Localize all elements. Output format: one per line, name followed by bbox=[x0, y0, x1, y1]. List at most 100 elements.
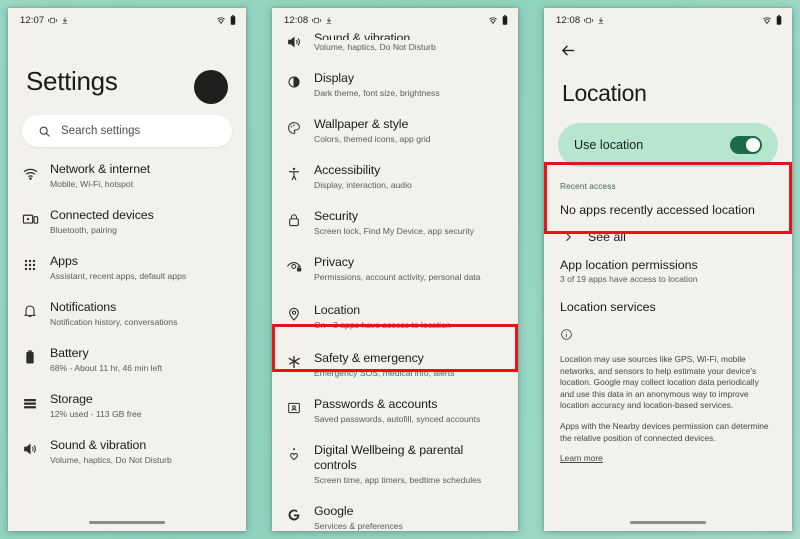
status-bar-left: 12:08 bbox=[556, 15, 605, 26]
settings-item-connected-devices[interactable]: Connected devices Bluetooth, pairing bbox=[8, 199, 246, 245]
vibrate-icon bbox=[48, 16, 57, 25]
phone-screen-location: 12:08 Location Use location Recent acces… bbox=[544, 8, 792, 531]
search-input[interactable]: Search settings bbox=[22, 115, 232, 147]
settings-item-subtitle: Display, interaction, audio bbox=[314, 180, 412, 190]
settings-item-title: Battery bbox=[50, 346, 89, 360]
settings-item-subtitle: 12% used - 113 GB free bbox=[50, 409, 142, 419]
passwords-icon bbox=[286, 397, 314, 416]
see-all-label: See all bbox=[588, 230, 626, 244]
settings-item-title: Safety & emergency bbox=[314, 351, 424, 365]
screenshot-stage: 12:07 Settings Search settings Network &… bbox=[0, 0, 800, 539]
connected-devices-icon bbox=[22, 208, 50, 228]
battery-icon bbox=[230, 15, 236, 25]
app-location-permissions-row[interactable]: App location permissions 3 of 19 apps ha… bbox=[544, 244, 792, 284]
location-screen: Location Use location Recent access No a… bbox=[544, 32, 792, 531]
app-location-permissions-title: App location permissions bbox=[560, 258, 698, 272]
settings-item-title: Security bbox=[314, 209, 358, 223]
apps-grid-icon bbox=[22, 254, 50, 273]
settings-item-privacy[interactable]: Privacy Permissions, account activity, p… bbox=[272, 246, 518, 292]
bell-icon bbox=[22, 300, 50, 319]
wifi-icon bbox=[762, 16, 772, 25]
settings-item-wallpaper-style[interactable]: Wallpaper & style Colors, themed icons, … bbox=[272, 108, 518, 154]
settings-item-subtitle: 68% - About 11 hr, 46 min left bbox=[50, 363, 163, 373]
settings-item-subtitle: On - 3 apps have access to location bbox=[314, 320, 451, 330]
settings-item-title: Digital Wellbeing & parental controls bbox=[314, 443, 464, 472]
settings-item-title: Passwords & accounts bbox=[314, 397, 438, 411]
settings-item-title: Storage bbox=[50, 392, 93, 406]
wellbeing-icon bbox=[286, 443, 314, 462]
settings-item-notifications[interactable]: Notifications Notification history, conv… bbox=[8, 291, 246, 337]
search-icon bbox=[38, 125, 51, 138]
settings-item-network-internet[interactable]: Network & internet Mobile, Wi-Fi, hotspo… bbox=[8, 153, 246, 199]
use-location-switch[interactable] bbox=[730, 136, 762, 154]
location-pin-icon bbox=[286, 303, 314, 322]
settings-item-title: Wallpaper & style bbox=[314, 117, 409, 131]
learn-more-link[interactable]: Learn more bbox=[544, 444, 603, 463]
settings-item-sound-vibration[interactable]: Sound & vibration Volume, haptics, Do No… bbox=[272, 32, 518, 62]
see-all-row[interactable]: See all bbox=[544, 217, 792, 244]
battery-icon bbox=[502, 15, 508, 25]
settings-item-accessibility[interactable]: Accessibility Display, interaction, audi… bbox=[272, 154, 518, 200]
settings-item-battery[interactable]: Battery 68% - About 11 hr, 46 min left bbox=[8, 337, 246, 383]
settings-item-title: Google bbox=[314, 504, 354, 518]
chevron-right-icon bbox=[562, 231, 574, 243]
status-bar: 12:08 bbox=[272, 8, 518, 32]
settings-item-subtitle: Colors, themed icons, app grid bbox=[314, 134, 431, 144]
switch-knob bbox=[746, 138, 760, 152]
accessibility-icon bbox=[286, 163, 314, 182]
settings-item-safety-emergency[interactable]: Safety & emergency Emergency SOS, medica… bbox=[272, 342, 518, 388]
palette-icon bbox=[286, 117, 314, 136]
back-button[interactable] bbox=[544, 32, 792, 64]
storage-icon bbox=[22, 392, 50, 411]
volume-icon bbox=[22, 438, 50, 457]
phone-screen-settings-home: 12:07 Settings Search settings Network &… bbox=[8, 8, 246, 531]
settings-item-subtitle: Permissions, account activity, personal … bbox=[314, 272, 481, 282]
settings-item-apps[interactable]: Apps Assistant, recent apps, default app… bbox=[8, 245, 246, 291]
phone-screen-settings-scrolled: 12:08 Sound & vibration Volume, haptics,… bbox=[272, 8, 518, 531]
wifi-icon bbox=[22, 162, 50, 182]
settings-item-title: Privacy bbox=[314, 255, 354, 269]
info-icon bbox=[544, 314, 792, 346]
settings-item-subtitle: Dark theme, font size, brightness bbox=[314, 88, 440, 98]
settings-item-title: Notifications bbox=[50, 300, 117, 314]
avatar[interactable] bbox=[194, 70, 228, 104]
download-icon bbox=[597, 16, 605, 25]
settings-item-location[interactable]: Location On - 3 apps have access to loca… bbox=[272, 292, 518, 342]
settings-item-google[interactable]: Google Services & preferences bbox=[272, 495, 518, 531]
settings-item-subtitle: Screen time, app timers, bedtime schedul… bbox=[314, 475, 482, 485]
battery-icon bbox=[22, 346, 50, 365]
vibrate-icon bbox=[312, 16, 321, 25]
settings-item-title: Accessibility bbox=[314, 163, 381, 177]
status-bar: 12:07 bbox=[8, 8, 246, 32]
safety-icon bbox=[286, 351, 314, 370]
settings-item-storage[interactable]: Storage 12% used - 113 GB free bbox=[8, 383, 246, 429]
search-placeholder: Search settings bbox=[61, 125, 141, 137]
settings-item-title: Location bbox=[314, 303, 361, 317]
settings-item-display[interactable]: Display Dark theme, font size, brightnes… bbox=[272, 62, 518, 108]
use-location-label: Use location bbox=[574, 138, 644, 152]
settings-home-screen: Settings Search settings Network & inter… bbox=[8, 32, 246, 531]
settings-item-sound-vibration[interactable]: Sound & vibration Volume, haptics, Do No… bbox=[8, 429, 246, 475]
status-bar-left: 12:07 bbox=[20, 15, 69, 26]
download-icon bbox=[325, 16, 333, 25]
settings-item-subtitle: Screen lock, Find My Device, app securit… bbox=[314, 226, 474, 236]
lock-icon bbox=[286, 209, 314, 228]
status-time: 12:08 bbox=[556, 14, 581, 26]
location-services-row[interactable]: Location services bbox=[544, 284, 792, 314]
settings-item-subtitle: Saved passwords, autofill, synced accoun… bbox=[314, 414, 481, 424]
home-indicator bbox=[630, 521, 706, 524]
settings-item-subtitle: Mobile, Wi-Fi, hotspot bbox=[50, 179, 134, 189]
display-icon bbox=[286, 71, 314, 90]
status-time: 12:07 bbox=[20, 14, 45, 26]
settings-item-digital-wellbeing[interactable]: Digital Wellbeing & parental controls Sc… bbox=[272, 434, 518, 495]
no-apps-accessed-text: No apps recently accessed location bbox=[560, 203, 755, 217]
settings-item-subtitle: Volume, haptics, Do Not Disturb bbox=[50, 455, 172, 465]
settings-item-security[interactable]: Security Screen lock, Find My Device, ap… bbox=[272, 200, 518, 246]
status-bar-right bbox=[762, 15, 782, 25]
settings-item-subtitle: Assistant, recent apps, default apps bbox=[50, 271, 187, 281]
status-bar: 12:08 bbox=[544, 8, 792, 32]
settings-item-passwords-accounts[interactable]: Passwords & accounts Saved passwords, au… bbox=[272, 388, 518, 434]
info-paragraph-2: Apps with the Nearby devices permission … bbox=[560, 420, 769, 443]
use-location-toggle-row[interactable]: Use location bbox=[558, 123, 778, 167]
battery-icon bbox=[776, 15, 782, 25]
